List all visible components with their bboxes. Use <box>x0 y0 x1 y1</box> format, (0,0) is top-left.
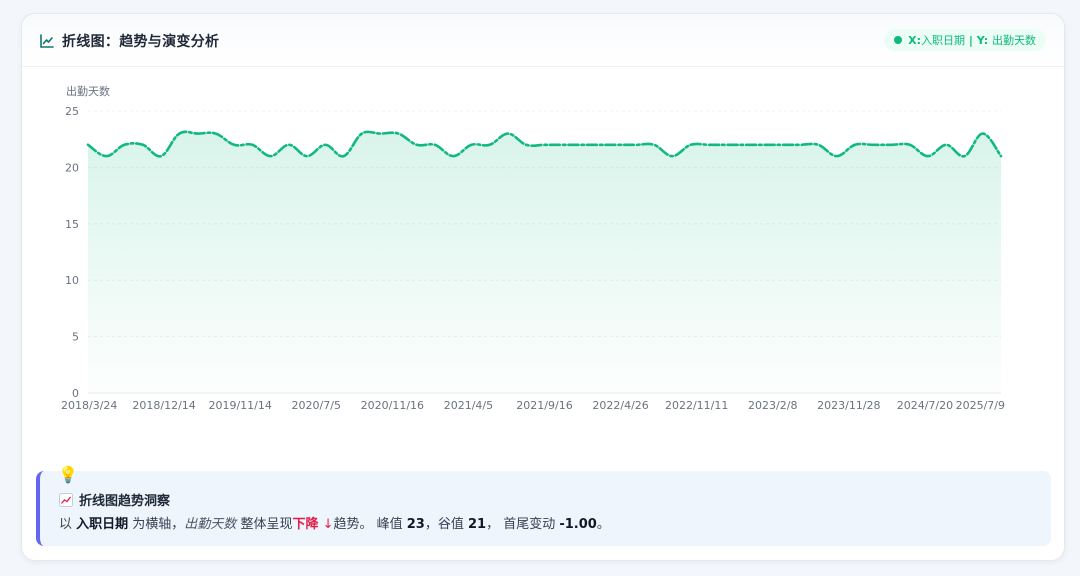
y-ticks: 0510152025 <box>65 105 79 400</box>
y-tick-label: 15 <box>65 218 79 231</box>
lightbulb-icon: 💡 <box>58 465 78 484</box>
x-tick-label: 2022/11/11 <box>665 399 728 412</box>
y-tick-label: 25 <box>65 105 79 118</box>
insight-p5: ，谷值 <box>424 517 468 532</box>
y-tick-label: 10 <box>65 274 79 287</box>
y-axis-label: 出勤天数 <box>66 84 110 98</box>
insight-title: 折线图趋势洞察 <box>59 490 170 509</box>
x-tick-label: 2025/7/9 <box>956 399 1005 412</box>
chart-increasing-icon <box>59 492 73 507</box>
x-tick-label: 2018/12/14 <box>132 399 195 412</box>
insight-peak: 23 <box>406 517 425 532</box>
insight-p2: 为横轴， <box>128 517 185 532</box>
y-tick-label: 5 <box>72 331 79 344</box>
x-tick-label: 2023/11/28 <box>817 399 880 412</box>
x-tick-label: 2021/9/16 <box>516 399 572 412</box>
x-tick-label: 2020/7/5 <box>292 399 341 412</box>
insight-x-field: 入职日期 <box>76 517 129 532</box>
x-tick-label: 2020/11/16 <box>361 399 424 412</box>
insight-p3: 整体呈现 <box>236 517 293 532</box>
insight-p1: 以 <box>59 517 77 532</box>
x-tick-label: 2023/2/8 <box>748 399 797 412</box>
x-tick-label: 2024/7/20 <box>897 399 953 412</box>
insight-change: -1.00 <box>559 517 597 532</box>
insight-title-text: 折线图趋势洞察 <box>79 494 171 509</box>
insight-text: 以 入职日期 为横轴，出勤天数 整体呈现下降 ↓趋势。 峰值 23，谷值 21，… <box>59 513 610 532</box>
insight-p7: 。 <box>596 517 610 532</box>
x-tick-label: 2019/11/14 <box>208 399 271 412</box>
insight-panel: 💡 折线图趋势洞察 以 入职日期 为横轴，出勤天数 整体呈现下降 ↓趋势。 峰值… <box>36 465 1051 546</box>
x-tick-label: 2018/3/24 <box>61 399 117 412</box>
x-tick-label: 2021/4/5 <box>444 399 493 412</box>
insight-y-field: 出勤天数 <box>184 517 237 532</box>
x-ticks: 2018/3/24 2018/12/14 2019/11/14 2020/7/5 202… <box>61 399 1005 412</box>
y-tick-label: 20 <box>65 161 79 174</box>
line-chart: 出勤天数 0510152025 2018/3/24 2018/12/14 2019/… <box>61 84 1005 412</box>
insight-p4: 趋势。 峰值 <box>333 517 407 532</box>
series-area <box>88 131 1001 393</box>
insight-valley: 21 <box>468 517 487 532</box>
insight-p6: ， 首尾变动 <box>486 517 560 532</box>
chart-card: 折线图：趋势与演变分析 X: 入职日期 | Y: 出勤天数 出勤天数 0 5 10 1… <box>21 13 1065 561</box>
x-tick-label: 2022/4/26 <box>592 399 648 412</box>
insight-trend: 下降 <box>292 517 319 532</box>
trend-down-arrow-icon: ↓ <box>318 517 334 532</box>
